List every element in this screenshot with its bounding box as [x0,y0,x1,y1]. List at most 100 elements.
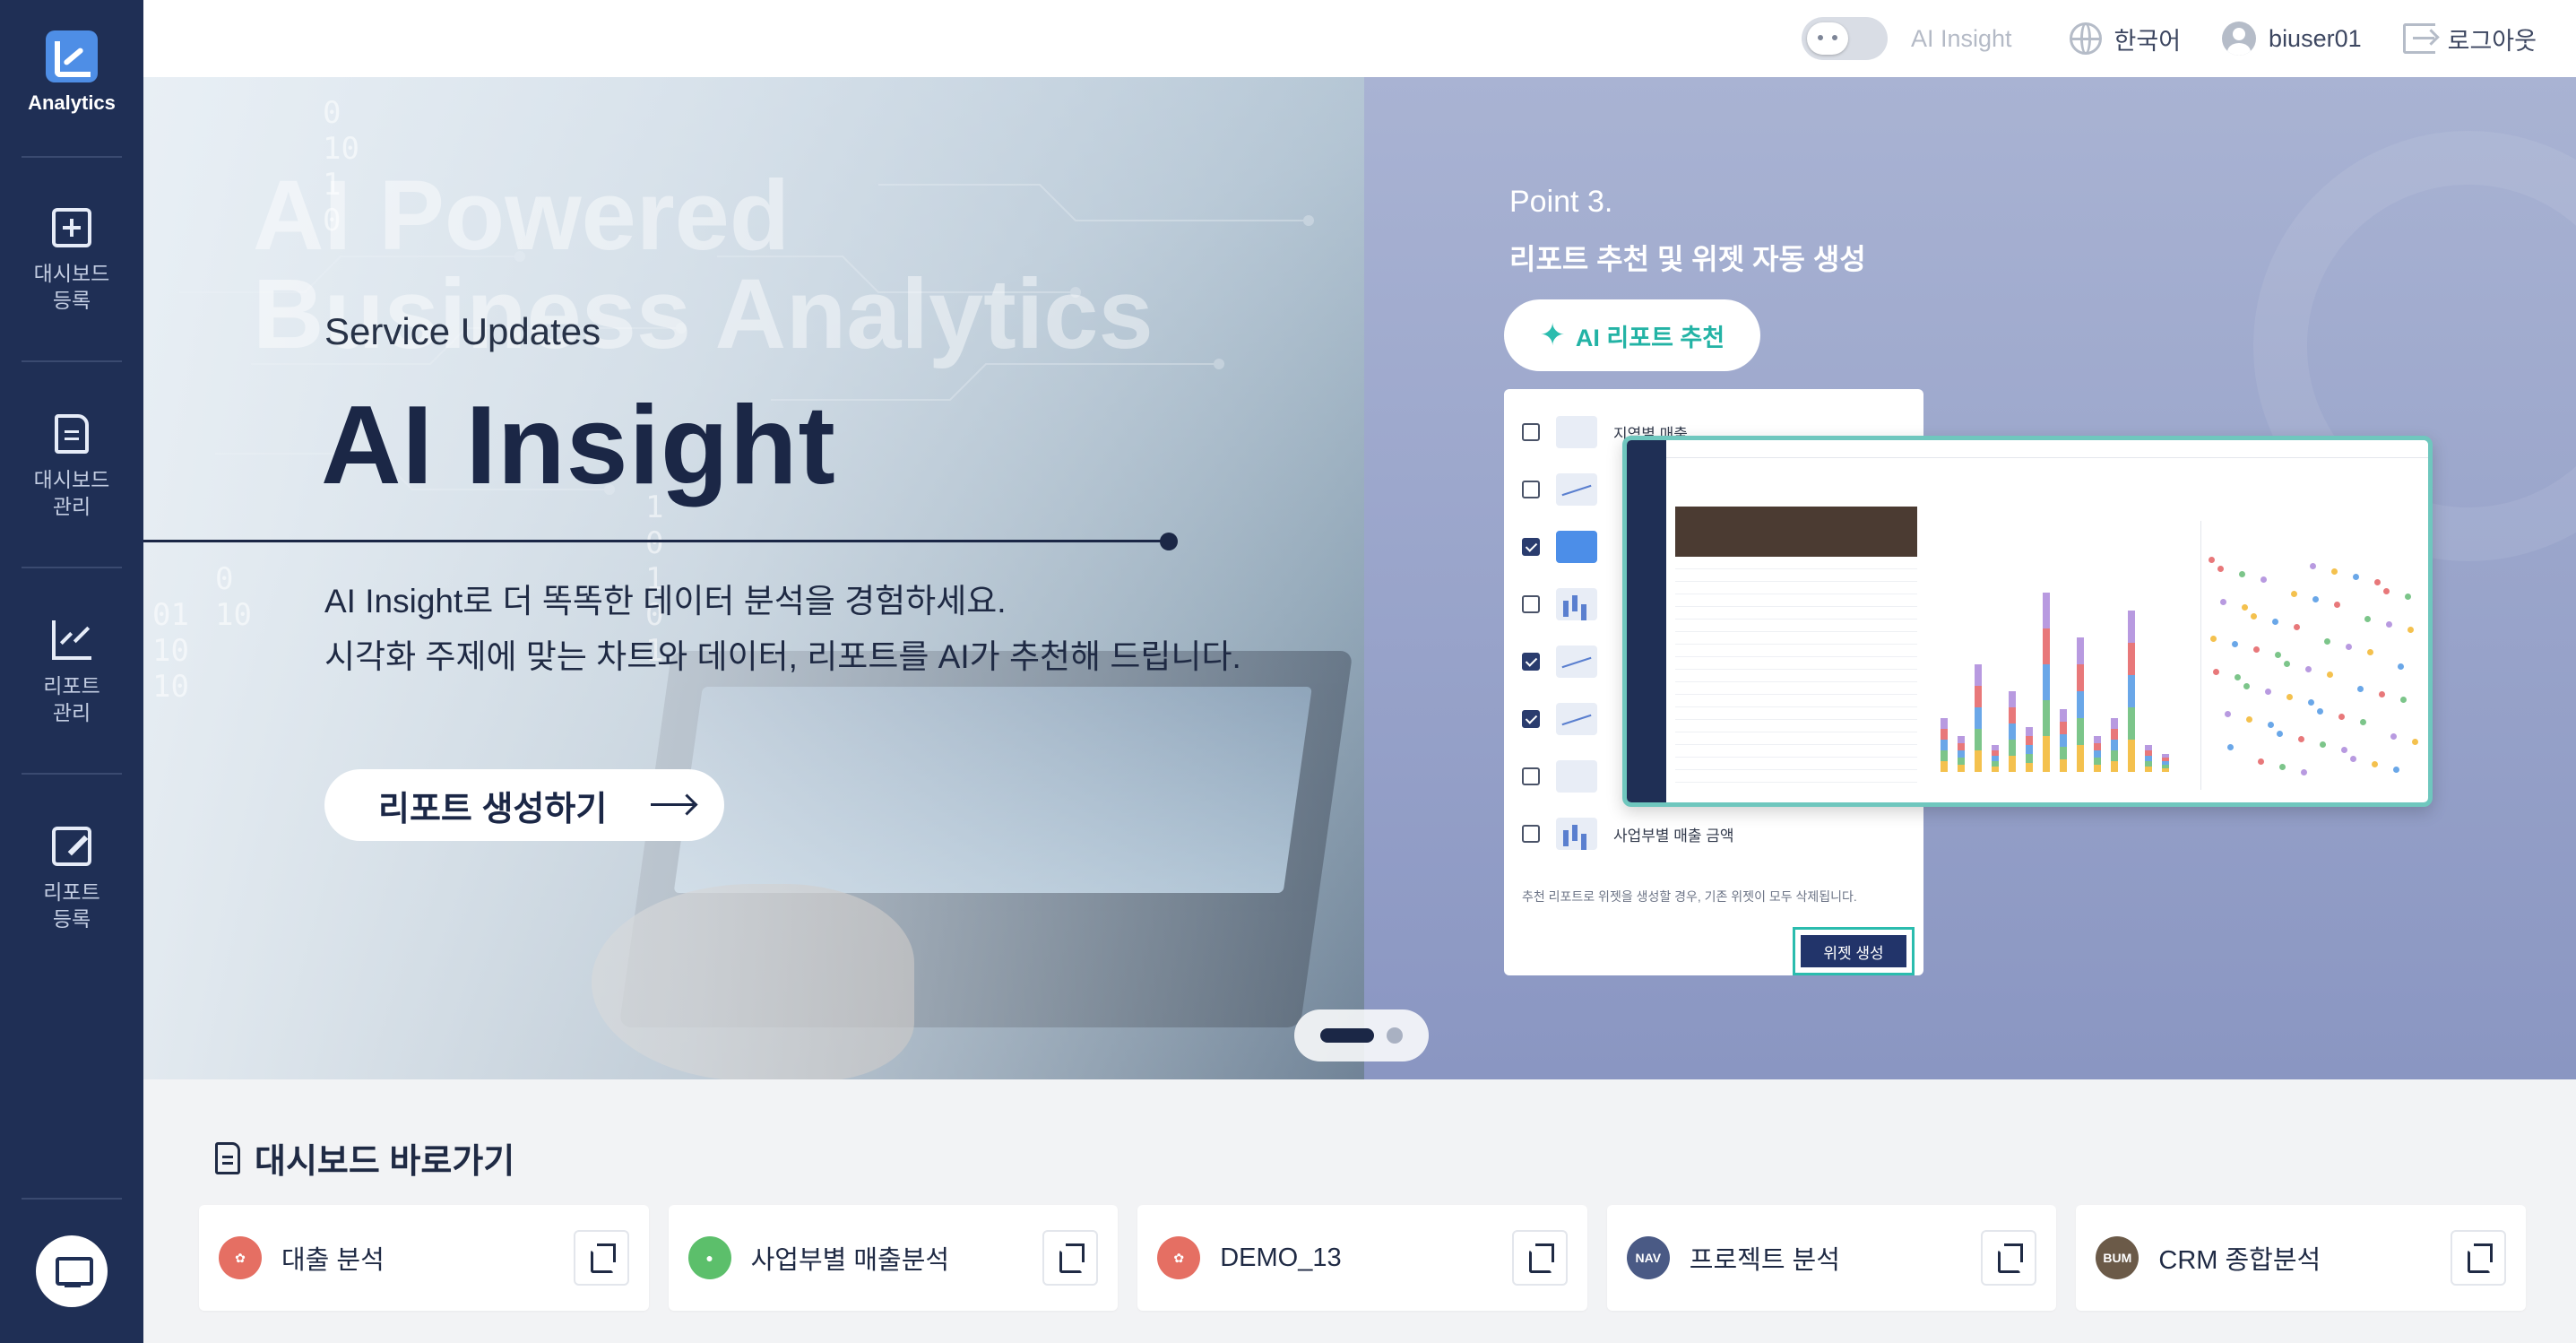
preview-bar-segment [1992,767,1999,772]
preview-scatter-dot [2301,769,2307,775]
preview-bar-segment [2009,707,2016,723]
app-name: Analytics [28,91,116,114]
preview-scatter-dot [2225,711,2231,717]
preview-bar-segment [2009,740,2016,756]
external-link-icon[interactable] [1042,1230,1099,1286]
dashboard-shortcut-card[interactable]: ✿ DEMO_13 [1137,1205,1587,1311]
preview-scatter-dot [2390,733,2397,740]
dashboard-avatar-icon: BUM [2096,1236,2139,1279]
document-icon [55,414,89,454]
preview-bar-segment [2145,750,2152,756]
section-title-label: 대시보드 바로가기 [255,1143,515,1181]
sidebar-item-report-register[interactable]: 리포트 등록 [0,827,143,932]
preview-bar-segment [1992,750,1999,756]
create-report-button[interactable]: 리포트 생성하기 [324,769,724,841]
dashboard-shortcut-card[interactable]: ● 사업부별 매출분석 [668,1205,1119,1311]
sidebar-item-label: 대시보드 관리 [33,468,110,518]
widget-option-label: 사업부별 매출 금액 [1613,827,1734,845]
preview-scatter-dot [2338,714,2345,720]
create-widget-button[interactable]: 위젯 생성 [1801,935,1906,967]
preview-scatter-dot [2372,761,2378,767]
preview-scatter-chart [2200,521,2425,790]
external-link-icon[interactable] [2450,1230,2506,1286]
external-link-icon[interactable] [1981,1230,2037,1286]
widget-option[interactable] [1522,586,1597,622]
preview-bar-segment [2162,754,2169,758]
dashboard-shortcut-card[interactable]: NAV 프로젝트 분석 [1606,1205,2057,1311]
language-selector[interactable]: 한국어 [2069,22,2182,56]
widget-option[interactable] [1522,472,1597,507]
preview-bar-segment [2043,628,2050,664]
section-title: 대시보드 바로가기 [215,1133,514,1183]
sidebar-item-dashboard-manage[interactable]: 대시보드 관리 [0,414,143,520]
ai-insight-label: AI Insight [1910,24,2012,52]
ai-report-recommend-button[interactable]: AI 리포트 추천 [1504,299,1760,371]
sparkle-icon [1540,317,1566,353]
checkbox-checked[interactable] [1522,538,1540,556]
language-label: 한국어 [2114,27,2182,55]
preview-bar-segment [1975,686,1982,707]
banner-title: AI Insight [321,384,836,507]
ai-insight-toggle[interactable] [1801,17,1888,60]
user-menu[interactable]: biuser01 [2222,22,2362,56]
carousel-dot[interactable] [1387,1027,1403,1044]
preview-bar-segment [2162,765,2169,768]
sidebar-item-report-manage[interactable]: 리포트 관리 [0,620,143,726]
preview-bar-segment [2060,722,2067,734]
checkbox[interactable] [1522,481,1540,498]
preview-bar-segment [2128,643,2135,675]
dashboard-shortcut-card[interactable]: BUM CRM 종합분석 [2076,1205,2526,1311]
checkbox[interactable] [1522,423,1540,441]
preview-scatter-dot [2279,764,2286,770]
external-link-icon[interactable] [573,1230,629,1286]
preview-bar-segment [1975,750,1982,772]
preview-bar-segment [2026,745,2033,754]
widget-option[interactable] [1522,644,1597,680]
checkbox[interactable] [1522,767,1540,785]
preview-bar-segment [2094,758,2101,765]
widget-option[interactable] [1522,701,1597,737]
screen-play-icon[interactable] [36,1235,108,1307]
logout-button[interactable]: 로그아웃 [2402,22,2537,56]
sidebar: Analytics 대시보드 등록 대시보드 관리 리포트 관리 리포트 등록 [0,0,143,1343]
preview-bar-segment [2145,756,2152,761]
sidebar-bottom [0,1198,143,1307]
dashboard-avatar-icon: NAV [1626,1236,1670,1279]
app-logo[interactable]: Analytics [0,30,143,115]
dashboard-shortcut-card[interactable]: ✿ 대출 분석 [199,1205,649,1311]
preview-scatter-dot [2284,661,2290,667]
checkbox-checked[interactable] [1522,710,1540,728]
preview-bar-segment [2077,745,2084,772]
sidebar-divider [22,773,122,775]
preview-bar-segment [1958,765,1965,772]
preview-scatter-dot [2308,699,2314,706]
preview-scatter-dot [2291,591,2297,597]
preview-scatter-dot [2412,739,2418,745]
banner-right-panel: Point 3. 리포트 추천 및 위젯 자동 생성 AI 리포트 추천 지역별… [1294,77,2576,1079]
preview-scatter-dot [2253,646,2260,653]
dashboard-avatar-icon: ● [687,1236,731,1279]
sidebar-item-dashboard-register[interactable]: 대시보드 등록 [0,208,143,314]
preview-bar-segment [2111,718,2118,729]
widget-warning-note: 추천 리포트로 위젯을 생성할 경우, 기존 위젯이 모두 삭제됩니다. [1522,889,1857,904]
checkbox-checked[interactable] [1522,653,1540,671]
preview-bar-segment [2060,709,2067,722]
preview-bar-segment [1941,740,1948,750]
external-link-icon[interactable] [1511,1230,1568,1286]
preview-bar-segment [2094,736,2101,743]
preview-bar-segment [2077,691,2084,718]
checkbox[interactable] [1522,825,1540,843]
preview-bar-segment [2128,675,2135,707]
preview-topbar [1666,440,2428,458]
preview-bar-segment [1958,736,1965,743]
document-icon [215,1141,240,1174]
banner-description-line: 시각화 주제에 맞는 차트와 데이터, 리포트를 AI가 추천해 드립니다. [324,638,1241,675]
preview-scatter-dot [2239,571,2245,577]
line-chart-icon [1556,703,1597,735]
widget-option[interactable] [1522,758,1597,794]
carousel-dot-active[interactable] [1320,1028,1374,1043]
widget-option[interactable]: 사업부별 매출 금액 [1522,816,1734,852]
widget-option[interactable] [1522,529,1597,565]
checkbox[interactable] [1522,595,1540,613]
preview-bar-segment [2043,700,2050,736]
